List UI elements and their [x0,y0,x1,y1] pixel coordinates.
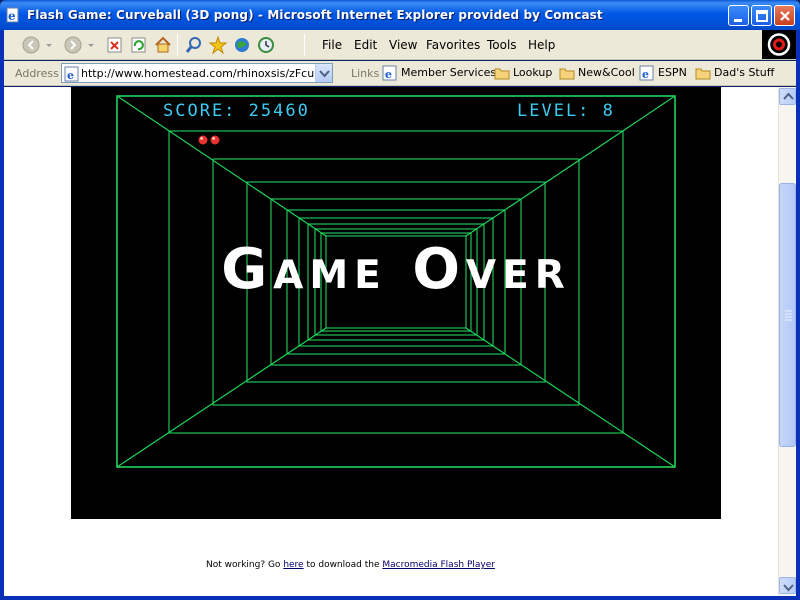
link-label: New&Cool [578,66,635,79]
link-label: ESPN [658,66,687,79]
svg-text:e: e [8,9,16,23]
menu-toolbar-row: File Edit View Favorites Tools Help [4,30,796,60]
stop-icon[interactable] [105,34,125,56]
flash-help-note: Not working? Go here to download the Mac… [206,560,495,570]
address-input[interactable]: http://www.homestead.com/rhinoxsis/zFcur… [81,67,314,80]
life-ball-icon [198,135,208,145]
lives-remaining [198,135,220,145]
back-button[interactable] [20,34,54,56]
address-grip[interactable] [7,63,10,83]
game-over-text: Game Over [221,237,571,302]
address-dropdown-button[interactable] [315,64,332,82]
svg-text:e: e [67,69,74,82]
menu-edit[interactable]: Edit [354,38,377,52]
menu-favorites[interactable]: Favorites [426,38,480,52]
refresh-icon[interactable] [129,34,149,56]
flash-game-canvas[interactable]: SCORE: 25460 LEVEL: 8 Game Over [71,87,721,519]
forward-button[interactable] [62,34,96,56]
favorites-star-icon[interactable] [208,34,228,56]
toolbar-separator [177,34,178,56]
life-ball-highlight [200,137,203,140]
scroll-down-button[interactable] [779,577,796,594]
history-icon[interactable] [256,34,276,56]
score-display: SCORE: 25460 [163,101,310,121]
here-link[interactable]: here [283,560,303,570]
menu-file[interactable]: File [322,38,342,52]
tunnel-3d-grid [116,95,676,468]
ie-page-icon: e [5,7,21,23]
footer-middle: to download the [303,560,383,570]
link-label: Dad's Stuff [714,66,775,79]
folder-icon [695,68,711,80]
links-grip[interactable] [342,63,345,83]
address-bar[interactable]: e http://www.homestead.com/rhinoxsis/zFc… [61,63,333,83]
ie-link-icon: e [639,65,654,81]
svg-text:e: e [385,68,392,81]
toolbar-separator [304,34,305,56]
minimize-button[interactable] [728,5,749,26]
link-label: Lookup [513,66,553,79]
home-icon[interactable] [153,34,173,56]
links-label: Links [351,67,380,80]
close-button[interactable] [774,5,795,26]
menu-view[interactable]: View [389,38,417,52]
menu-grip[interactable] [313,34,316,56]
menu-tools[interactable]: Tools [487,38,517,52]
tunnel-edge [465,327,676,468]
level-display: LEVEL: 8 [517,101,615,121]
scroll-thumb[interactable] [779,183,796,447]
ie-link-icon: e [382,65,397,81]
svg-text:e: e [642,68,649,81]
folder-icon [494,68,510,80]
comcast-logo [762,30,796,59]
address-label: Address [15,67,59,80]
footer-prefix: Not working? Go [206,560,284,570]
maximize-button[interactable] [751,5,772,26]
page-content: SCORE: 25460 LEVEL: 8 Game Over Not work… [4,87,778,596]
menu-help[interactable]: Help [528,38,555,52]
link-label: Member Services [401,66,497,79]
window-frame-bottom [0,596,800,600]
toolbar-grip[interactable] [7,34,10,56]
flash-player-link[interactable]: Macromedia Flash Player [382,560,495,570]
vertical-scrollbar[interactable] [778,87,796,596]
media-icon[interactable] [232,34,252,56]
life-ball-icon [210,135,220,145]
title-bar[interactable]: e Flash Game: Curveball (3D pong) - Micr… [0,0,800,30]
folder-icon [559,68,575,80]
window-title: Flash Game: Curveball (3D pong) - Micros… [27,8,603,22]
address-links-row: Address e http://www.homestead.com/rhino… [4,61,796,86]
ie-page-icon: e [64,66,80,85]
scroll-up-button[interactable] [779,88,796,105]
browser-window: e Flash Game: Curveball (3D pong) - Micr… [0,0,800,600]
search-icon[interactable] [184,34,204,56]
life-ball-highlight [212,137,215,140]
tunnel-edge [116,327,327,468]
